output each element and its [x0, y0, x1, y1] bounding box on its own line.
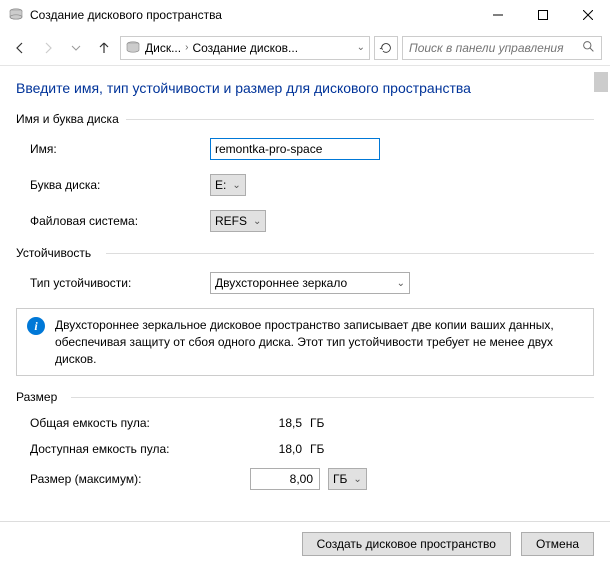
- chevron-down-icon: ⌄: [253, 216, 261, 227]
- filesystem-select[interactable]: REFS ⌄: [210, 210, 266, 232]
- breadcrumb-seg[interactable]: Диск...: [145, 41, 181, 55]
- titlebar: Создание дискового пространства: [0, 0, 610, 30]
- storage-spaces-icon: [8, 7, 24, 23]
- available-capacity-label: Доступная емкость пула:: [30, 442, 250, 456]
- resiliency-label: Тип устойчивости:: [30, 276, 210, 290]
- available-capacity-unit: ГБ: [310, 442, 324, 456]
- filesystem-value: REFS: [215, 214, 247, 228]
- group-size: Размер: [16, 390, 594, 404]
- footer: Создать дисковое пространство Отмена: [0, 521, 610, 565]
- group-name-drive: Имя и буква диска: [16, 112, 594, 126]
- up-button[interactable]: [92, 36, 116, 60]
- chevron-down-icon: ⌄: [397, 278, 405, 289]
- total-capacity-unit: ГБ: [310, 416, 324, 430]
- name-input[interactable]: [210, 138, 380, 160]
- filesystem-label: Файловая система:: [30, 214, 210, 228]
- drive-letter-label: Буква диска:: [30, 178, 210, 192]
- total-capacity-value: 18,5: [250, 416, 310, 430]
- cancel-button[interactable]: Отмена: [521, 532, 594, 556]
- resiliency-select[interactable]: Двухстороннее зеркало ⌄: [210, 272, 410, 294]
- group-resiliency: Устойчивость: [16, 246, 594, 260]
- chevron-right-icon: ›: [185, 42, 188, 53]
- available-capacity-value: 18,0: [250, 442, 310, 456]
- close-button[interactable]: [565, 0, 610, 30]
- search-box[interactable]: [402, 36, 602, 60]
- minimize-button[interactable]: [475, 0, 520, 30]
- content-area: Введите имя, тип устойчивости и размер д…: [0, 66, 610, 526]
- create-button[interactable]: Создать дисковое пространство: [302, 532, 511, 556]
- chevron-down-icon: ⌄: [232, 180, 240, 191]
- breadcrumb-seg[interactable]: Создание дисков...: [192, 41, 298, 55]
- breadcrumb[interactable]: Диск... › Создание дисков... ⌄: [120, 36, 370, 60]
- back-button[interactable]: [8, 36, 32, 60]
- window-title: Создание дискового пространства: [30, 8, 475, 22]
- size-unit-value: ГБ: [333, 472, 347, 486]
- drive-letter-value: E:: [215, 178, 226, 192]
- resiliency-value: Двухстороннее зеркало: [215, 276, 347, 290]
- window-controls: [475, 0, 610, 30]
- name-label: Имя:: [30, 142, 210, 156]
- max-size-input[interactable]: [250, 468, 320, 490]
- max-size-label: Размер (максимум):: [30, 472, 250, 486]
- chevron-down-icon: ⌄: [353, 474, 361, 485]
- search-icon[interactable]: [582, 40, 595, 56]
- info-icon: i: [27, 317, 45, 335]
- storage-spaces-icon: [125, 40, 141, 56]
- recent-dropdown[interactable]: [64, 36, 88, 60]
- chevron-down-icon[interactable]: ⌄: [357, 42, 365, 53]
- navbar: Диск... › Создание дисков... ⌄: [0, 30, 610, 66]
- forward-button[interactable]: [36, 36, 60, 60]
- page-title: Введите имя, тип устойчивости и размер д…: [16, 80, 594, 96]
- maximize-button[interactable]: [520, 0, 565, 30]
- refresh-button[interactable]: [374, 36, 398, 60]
- info-text: Двухстороннее зеркальное дисковое простр…: [55, 317, 583, 367]
- total-capacity-label: Общая емкость пула:: [30, 416, 250, 430]
- drive-letter-select[interactable]: E: ⌄: [210, 174, 246, 196]
- size-unit-select[interactable]: ГБ ⌄: [328, 468, 367, 490]
- search-input[interactable]: [409, 41, 582, 55]
- info-box: i Двухстороннее зеркальное дисковое прос…: [16, 308, 594, 376]
